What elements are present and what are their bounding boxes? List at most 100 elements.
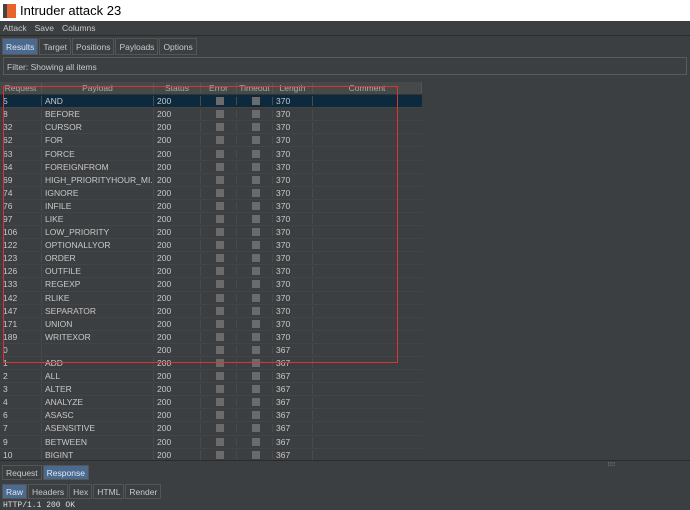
table-row[interactable]: 8 BEFORE 200 370: [0, 108, 422, 122]
payload-cell: IGNORE: [42, 187, 154, 198]
tab-results[interactable]: Results: [2, 38, 39, 55]
table-row[interactable]: 126 OUTFILE 200 370: [0, 265, 422, 279]
filter-bar[interactable]: Filter: Showing all items: [3, 57, 687, 75]
menu-attack[interactable]: Attack: [3, 23, 27, 33]
error-checkbox: [201, 228, 237, 237]
checkbox-icon: [216, 267, 224, 276]
request-cell: 3: [0, 384, 42, 395]
checkbox-icon: [216, 293, 224, 302]
col-request[interactable]: Request: [0, 83, 42, 94]
table-row[interactable]: 0 200 367: [0, 344, 422, 357]
table-row[interactable]: 9 BETWEEN 200 367: [0, 436, 422, 449]
table-row[interactable]: 122 OPTIONALLYOR 200 370: [0, 239, 422, 253]
table-row[interactable]: 7 ASENSITIVE 200 367: [0, 422, 422, 436]
tab-payloads[interactable]: Payloads: [115, 38, 159, 55]
tab-headers[interactable]: Headers: [28, 484, 69, 499]
table-row[interactable]: 97 LIKE 200 370: [0, 213, 422, 227]
table-row[interactable]: 32 CURSOR 200 370: [0, 121, 422, 135]
payload-cell: BETWEEN: [42, 436, 154, 447]
error-checkbox: [201, 319, 237, 328]
tab-response[interactable]: Response: [42, 465, 89, 480]
col-error[interactable]: Error: [201, 83, 237, 94]
request-cell: 9: [0, 436, 42, 447]
tab-hex[interactable]: Hex: [69, 484, 93, 499]
tab-raw[interactable]: Raw: [2, 484, 28, 499]
checkbox-icon: [252, 372, 260, 381]
table-row[interactable]: 64 FOREIGNFROM 200 370: [0, 161, 422, 174]
tab-options[interactable]: Options: [159, 38, 197, 55]
col-comment[interactable]: Comment: [313, 83, 422, 94]
menu-save[interactable]: Save: [35, 23, 54, 33]
tab-positions[interactable]: Positions: [71, 38, 115, 55]
tab-html[interactable]: HTML: [93, 484, 125, 499]
table-row[interactable]: 69 HIGH_PRIORITYHOUR_MI... 200 370: [0, 174, 422, 187]
table-row[interactable]: 189 WRITEXOR 200 370: [0, 331, 422, 344]
checkbox-icon: [252, 280, 260, 289]
table-row[interactable]: 171 UNION 200 370: [0, 318, 422, 331]
request-cell: 5: [0, 96, 42, 107]
table-row[interactable]: 1 ADD 200 367: [0, 357, 422, 371]
col-payload[interactable]: Payload: [42, 83, 154, 94]
checkbox-icon: [216, 359, 224, 368]
length-cell: 367: [273, 449, 313, 460]
checkbox-icon: [252, 254, 260, 263]
payload-cell: ALL: [42, 371, 154, 382]
request-cell: 63: [0, 148, 42, 159]
status-cell: 200: [154, 200, 201, 211]
checkbox-icon: [216, 123, 224, 132]
splitter-handle[interactable]: ⁝⁝⁝⁝: [607, 461, 615, 468]
length-cell: 370: [273, 331, 313, 342]
payload-cell: REGEXP: [42, 279, 154, 290]
col-length[interactable]: Length: [273, 83, 313, 94]
error-checkbox: [201, 123, 237, 132]
status-cell: 200: [154, 109, 201, 120]
error-checkbox: [201, 188, 237, 197]
tab-render[interactable]: Render: [125, 484, 162, 499]
results-table: Request Payload Status Error Timeout Len…: [0, 82, 422, 460]
length-cell: 367: [273, 384, 313, 395]
col-status[interactable]: Status: [154, 83, 201, 94]
menu-columns[interactable]: Columns: [62, 23, 96, 33]
checkbox-icon: [216, 228, 224, 237]
length-cell: 370: [273, 213, 313, 224]
tab-request[interactable]: Request: [2, 465, 42, 480]
payload-cell: BIGINT: [42, 449, 154, 460]
table-row[interactable]: 142 RLIKE 200 370: [0, 292, 422, 305]
checkbox-icon: [216, 175, 224, 184]
table-row[interactable]: 62 FOR 200 370: [0, 134, 422, 148]
length-cell: 370: [273, 240, 313, 251]
tab-target[interactable]: Target: [39, 38, 71, 55]
table-row[interactable]: 4 ANALYZE 200 367: [0, 396, 422, 410]
table-row[interactable]: 147 SEPARATOR 200 370: [0, 305, 422, 318]
table-row[interactable]: 106 LOW_PRIORITY 200 370: [0, 226, 422, 240]
table-row[interactable]: 2 ALL 200 367: [0, 370, 422, 384]
request-cell: 69: [0, 174, 42, 185]
length-cell: 367: [273, 358, 313, 369]
status-cell: 200: [154, 371, 201, 382]
table-row[interactable]: 133 REGEXP 200 370: [0, 278, 422, 292]
table-row[interactable]: 76 INFILE 200 370: [0, 200, 422, 213]
col-timeout[interactable]: Timeout: [237, 83, 273, 94]
table-row[interactable]: 74 IGNORE 200 370: [0, 187, 422, 200]
checkbox-icon: [216, 162, 224, 171]
checkbox-icon: [216, 149, 224, 158]
table-row[interactable]: 10 BIGINT 200 367: [0, 449, 422, 460]
table-row[interactable]: 5 AND 200 370: [0, 95, 422, 109]
timeout-checkbox: [237, 293, 273, 302]
status-cell: 200: [154, 318, 201, 329]
request-cell: 142: [0, 292, 42, 303]
table-row[interactable]: 6 ASASC 200 367: [0, 409, 422, 423]
table-row[interactable]: 123 ORDER 200 370: [0, 252, 422, 266]
request-cell: 8: [0, 109, 42, 120]
status-cell: 200: [154, 174, 201, 185]
error-checkbox: [201, 293, 237, 302]
table-row[interactable]: 63 FORCE 200 370: [0, 147, 422, 161]
table-row[interactable]: 3 ALTER 200 367: [0, 383, 422, 397]
length-cell: 370: [273, 279, 313, 290]
checkbox-icon: [216, 214, 224, 223]
status-cell: 200: [154, 397, 201, 408]
error-checkbox: [201, 372, 237, 381]
request-cell: 64: [0, 161, 42, 172]
status-cell: 200: [154, 227, 201, 238]
timeout-checkbox: [237, 267, 273, 276]
